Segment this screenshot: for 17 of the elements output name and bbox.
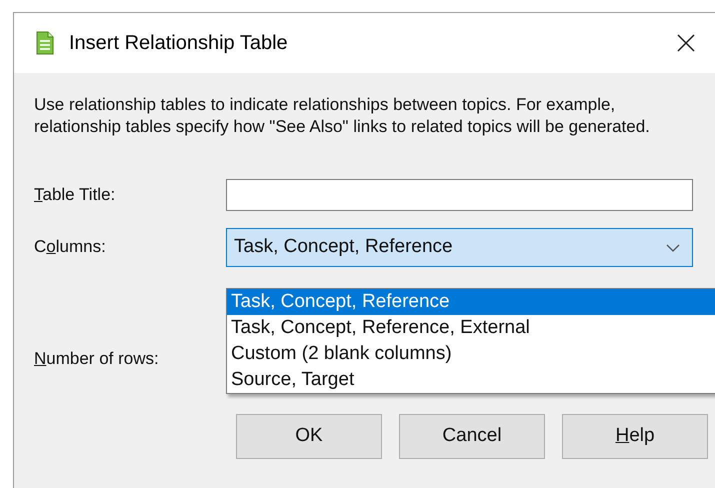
table-title-field[interactable] bbox=[226, 179, 693, 211]
chevron-down-icon bbox=[666, 244, 680, 252]
field-label: Table Title: bbox=[34, 184, 116, 206]
dialog-button[interactable]: OK bbox=[236, 414, 382, 459]
columns-dropdown[interactable]: Task, Concept, Reference bbox=[226, 228, 693, 267]
description-text: Use relationship tables to indicate relationships between topics. For example, relationship tables specify how "See Also" links to related topics will be generated. bbox=[34, 94, 651, 138]
dialog-button[interactable]: Cancel bbox=[399, 414, 545, 459]
field-label: Columns: bbox=[34, 236, 107, 258]
close-icon bbox=[677, 34, 695, 52]
dropdown-option[interactable]: Task, Concept, Reference, External bbox=[227, 315, 715, 341]
field-label: Number of rows: bbox=[34, 348, 160, 370]
dropdown-option[interactable]: Custom (2 blank columns) bbox=[227, 341, 715, 367]
dropdown-option[interactable]: Source, Target bbox=[227, 367, 715, 393]
dialog-button[interactable]: Help bbox=[562, 414, 708, 459]
window-title: Insert Relationship Table bbox=[69, 31, 288, 56]
dropdown-option[interactable]: Task, Concept, Reference bbox=[227, 289, 715, 315]
table-document-icon bbox=[36, 31, 54, 55]
